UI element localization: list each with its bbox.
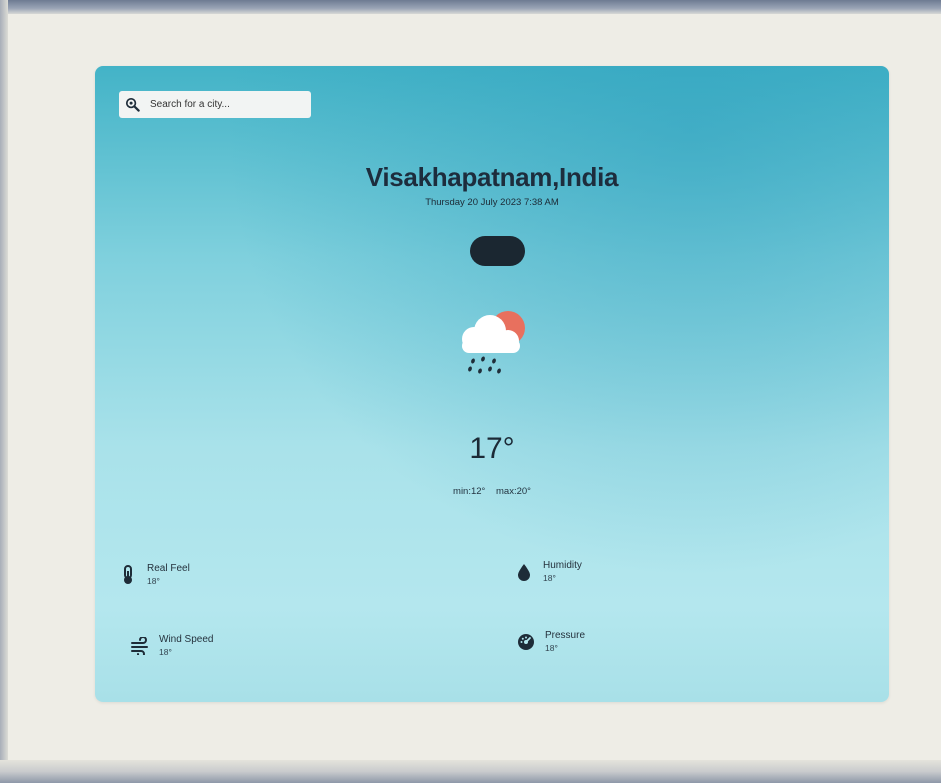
date-time: Thursday 20 July 2023 7:38 AM xyxy=(425,197,559,208)
weather-card: Visakhapatnam,India Thursday 20 July 202… xyxy=(95,66,889,702)
stat-humidity: Humidity 18° xyxy=(513,559,582,584)
search-input[interactable] xyxy=(148,98,302,111)
cloud-sun-rain-icon xyxy=(462,311,525,374)
stat-value: 18° xyxy=(545,643,558,653)
monitor-bezel-left xyxy=(0,0,8,783)
stat-wind-speed: Wind Speed 18° xyxy=(129,633,213,658)
gauge-icon xyxy=(518,633,534,650)
stat-value: 18° xyxy=(159,647,172,657)
stat-real-feel: Real Feel 18° xyxy=(117,562,190,587)
condition-pill xyxy=(470,236,525,266)
min-max-temperature: min:12° max:20° xyxy=(95,486,889,497)
max-temperature: max:20° xyxy=(496,486,531,497)
min-temperature: min:12° xyxy=(453,486,486,497)
current-temperature: 17° xyxy=(469,432,515,465)
stat-label: Real Feel xyxy=(147,563,190,574)
monitor-bezel-top xyxy=(0,0,941,14)
stat-label: Pressure xyxy=(545,630,586,641)
stat-value: 18° xyxy=(543,573,556,583)
search-bar[interactable] xyxy=(119,91,311,118)
city-name: Visakhapatnam,India xyxy=(365,162,619,192)
wind-icon xyxy=(131,636,148,655)
stat-value: 18° xyxy=(147,576,160,586)
search-icon xyxy=(125,97,140,112)
thermometer-icon xyxy=(124,564,132,584)
stat-label: Humidity xyxy=(543,560,582,571)
stat-pressure: Pressure 18° xyxy=(515,629,585,654)
stat-label: Wind Speed xyxy=(159,634,214,645)
monitor-bezel-bottom xyxy=(0,760,941,783)
water-drop-icon xyxy=(518,563,530,581)
